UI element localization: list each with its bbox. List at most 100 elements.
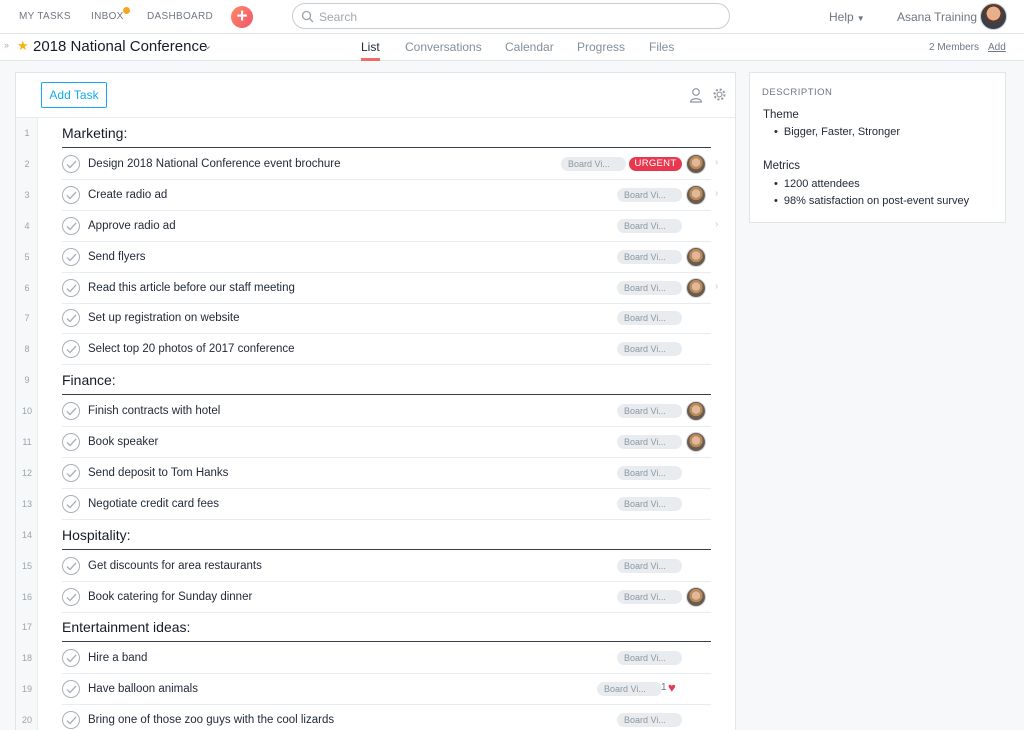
complete-checkbox[interactable]: [62, 649, 80, 668]
add-task-button[interactable]: Add Task: [41, 82, 107, 108]
tag-badge[interactable]: Board Vi...: [617, 187, 682, 202]
complete-checkbox[interactable]: [62, 309, 80, 328]
tag-badge[interactable]: Board Vi...: [597, 682, 662, 697]
assignee-avatar[interactable]: [686, 586, 706, 607]
task-name[interactable]: Set up registration on website: [88, 312, 240, 324]
complete-checkbox[interactable]: [62, 587, 80, 606]
assignee-avatar[interactable]: [686, 153, 706, 174]
chevron-right-icon[interactable]: ›: [715, 157, 718, 168]
gear-icon[interactable]: [712, 87, 727, 102]
task-name[interactable]: Get discounts for area restaurants: [88, 560, 262, 572]
table-row[interactable]: 8 Select top 20 photos of 2017 conference…: [16, 334, 735, 366]
tag-badge[interactable]: Board Vi...: [617, 558, 682, 573]
assignee-avatar[interactable]: [686, 401, 706, 422]
urgent-badge[interactable]: URGENT: [629, 156, 682, 171]
tag-badge[interactable]: Board Vi...: [617, 651, 682, 666]
assignee-avatar[interactable]: [686, 246, 706, 267]
complete-checkbox[interactable]: [62, 463, 80, 482]
task-name[interactable]: Negotiate credit card fees: [88, 498, 219, 510]
table-row[interactable]: 16 Book catering for Sunday dinner Board V…: [16, 582, 735, 613]
search-bar[interactable]: [292, 3, 730, 29]
table-row[interactable]: 15 Get discounts for area restaurants Boar…: [16, 551, 735, 582]
tag-badge[interactable]: Board Vi...: [561, 156, 626, 171]
table-row[interactable]: 12 Send deposit to Tom Hanks Board Vi...: [16, 458, 735, 489]
task-name[interactable]: Approve radio ad: [88, 220, 176, 232]
assignee-avatar[interactable]: [686, 184, 706, 205]
table-row[interactable]: 4 Approve radio ad Board Vi... ›: [16, 211, 735, 242]
table-row[interactable]: 11 Book speaker Board Vi...: [16, 427, 735, 458]
chevron-right-icon[interactable]: ›: [715, 188, 718, 199]
tag-badge[interactable]: Board Vi...: [617, 465, 682, 480]
complete-checkbox[interactable]: [62, 433, 80, 451]
table-row[interactable]: 18 Hire a band Board Vi...: [16, 643, 735, 675]
table-row[interactable]: 5 Send flyers Board Vi...: [16, 242, 735, 273]
tag-badge[interactable]: Board Vi...: [617, 311, 682, 326]
complete-checkbox[interactable]: [62, 711, 80, 730]
tag-badge[interactable]: Board Vi...: [617, 280, 682, 295]
table-row[interactable]: 10 Finish contracts with hotel Board Vi...: [16, 396, 735, 428]
complete-checkbox[interactable]: [62, 556, 80, 575]
nav-my-tasks[interactable]: MY TASKS: [19, 11, 71, 22]
tab-list[interactable]: List: [361, 40, 380, 54]
star-icon[interactable]: ★: [17, 38, 29, 54]
table-row[interactable]: 13 Negotiate credit card fees Board Vi...: [16, 489, 735, 520]
tab-conversations[interactable]: Conversations: [405, 40, 482, 54]
tag-badge[interactable]: Board Vi...: [617, 435, 682, 449]
table-row[interactable]: 2 Design 2018 National Conference event b…: [16, 149, 735, 180]
task-name[interactable]: Send deposit to Tom Hanks: [88, 467, 228, 479]
tag-badge[interactable]: Board Vi...: [617, 404, 682, 419]
complete-checkbox[interactable]: [62, 247, 80, 266]
task-name[interactable]: Book catering for Sunday dinner: [88, 591, 252, 603]
heart-icon[interactable]: ♥: [668, 680, 676, 695]
table-row[interactable]: 19 Have balloon animals Board Vi... 1 ♥: [16, 674, 735, 706]
task-name[interactable]: Send flyers: [88, 251, 146, 263]
table-row[interactable]: 3 Create radio ad Board Vi... ›: [16, 180, 735, 211]
table-row[interactable]: 7 Set up registration on website Board Vi.…: [16, 303, 735, 335]
task-name[interactable]: Have balloon animals: [88, 683, 198, 695]
tag-badge[interactable]: Board Vi...: [617, 218, 682, 233]
complete-checkbox[interactable]: [62, 278, 80, 297]
task-name[interactable]: Create radio ad: [88, 189, 167, 201]
search-input[interactable]: [319, 8, 719, 25]
complete-checkbox[interactable]: [62, 494, 80, 513]
tag-badge[interactable]: Board Vi...: [617, 589, 682, 604]
task-name[interactable]: Bring one of those zoo guys with the coo…: [88, 714, 334, 726]
assignee-avatar[interactable]: [686, 432, 706, 452]
complete-checkbox[interactable]: [62, 402, 80, 421]
tag-badge[interactable]: Board Vi...: [617, 496, 682, 511]
complete-checkbox[interactable]: [62, 185, 80, 204]
members-count[interactable]: 2 Members: [929, 42, 979, 53]
nav-inbox[interactable]: INBOX: [91, 11, 124, 22]
chevron-right-icon[interactable]: ›: [715, 219, 718, 230]
tab-files[interactable]: Files: [649, 40, 674, 54]
task-name[interactable]: Read this article before our staff meeti…: [88, 282, 295, 294]
task-name[interactable]: Finish contracts with hotel: [88, 405, 220, 417]
project-menu-chevron-icon[interactable]: ⌄: [203, 39, 212, 52]
tag-badge[interactable]: Board Vi...: [617, 713, 682, 728]
complete-checkbox[interactable]: [62, 216, 80, 235]
table-row[interactable]: 20 Bring one of those zoo guys with the c…: [16, 705, 735, 730]
task-name[interactable]: Book speaker: [88, 436, 158, 448]
person-icon[interactable]: [689, 87, 703, 103]
complete-checkbox[interactable]: [62, 340, 80, 359]
project-title[interactable]: 2018 National Conference: [33, 38, 207, 55]
complete-checkbox[interactable]: [62, 154, 80, 173]
chevron-right-icon[interactable]: ›: [715, 281, 718, 292]
tab-progress[interactable]: Progress: [577, 40, 625, 54]
task-name[interactable]: Select top 20 photos of 2017 conference: [88, 343, 295, 355]
tab-calendar[interactable]: Calendar: [505, 40, 554, 54]
collapse-icon[interactable]: »: [4, 40, 9, 50]
quick-add-button[interactable]: +: [231, 6, 253, 28]
tag-badge[interactable]: Board Vi...: [617, 249, 682, 264]
user-avatar[interactable]: [980, 3, 1007, 30]
table-row[interactable]: 6 Read this article before our staff meet…: [16, 273, 735, 304]
assignee-avatar[interactable]: [686, 277, 706, 298]
nav-dashboard[interactable]: DASHBOARD: [147, 11, 213, 22]
help-menu[interactable]: Help ▼: [829, 10, 865, 24]
user-name[interactable]: Asana Training: [897, 10, 977, 24]
complete-checkbox[interactable]: [62, 680, 80, 699]
task-name[interactable]: Hire a band: [88, 652, 147, 664]
add-member-link[interactable]: Add: [988, 42, 1006, 53]
tag-badge[interactable]: Board Vi...: [617, 342, 682, 357]
task-name[interactable]: Design 2018 National Conference event br…: [88, 158, 341, 170]
